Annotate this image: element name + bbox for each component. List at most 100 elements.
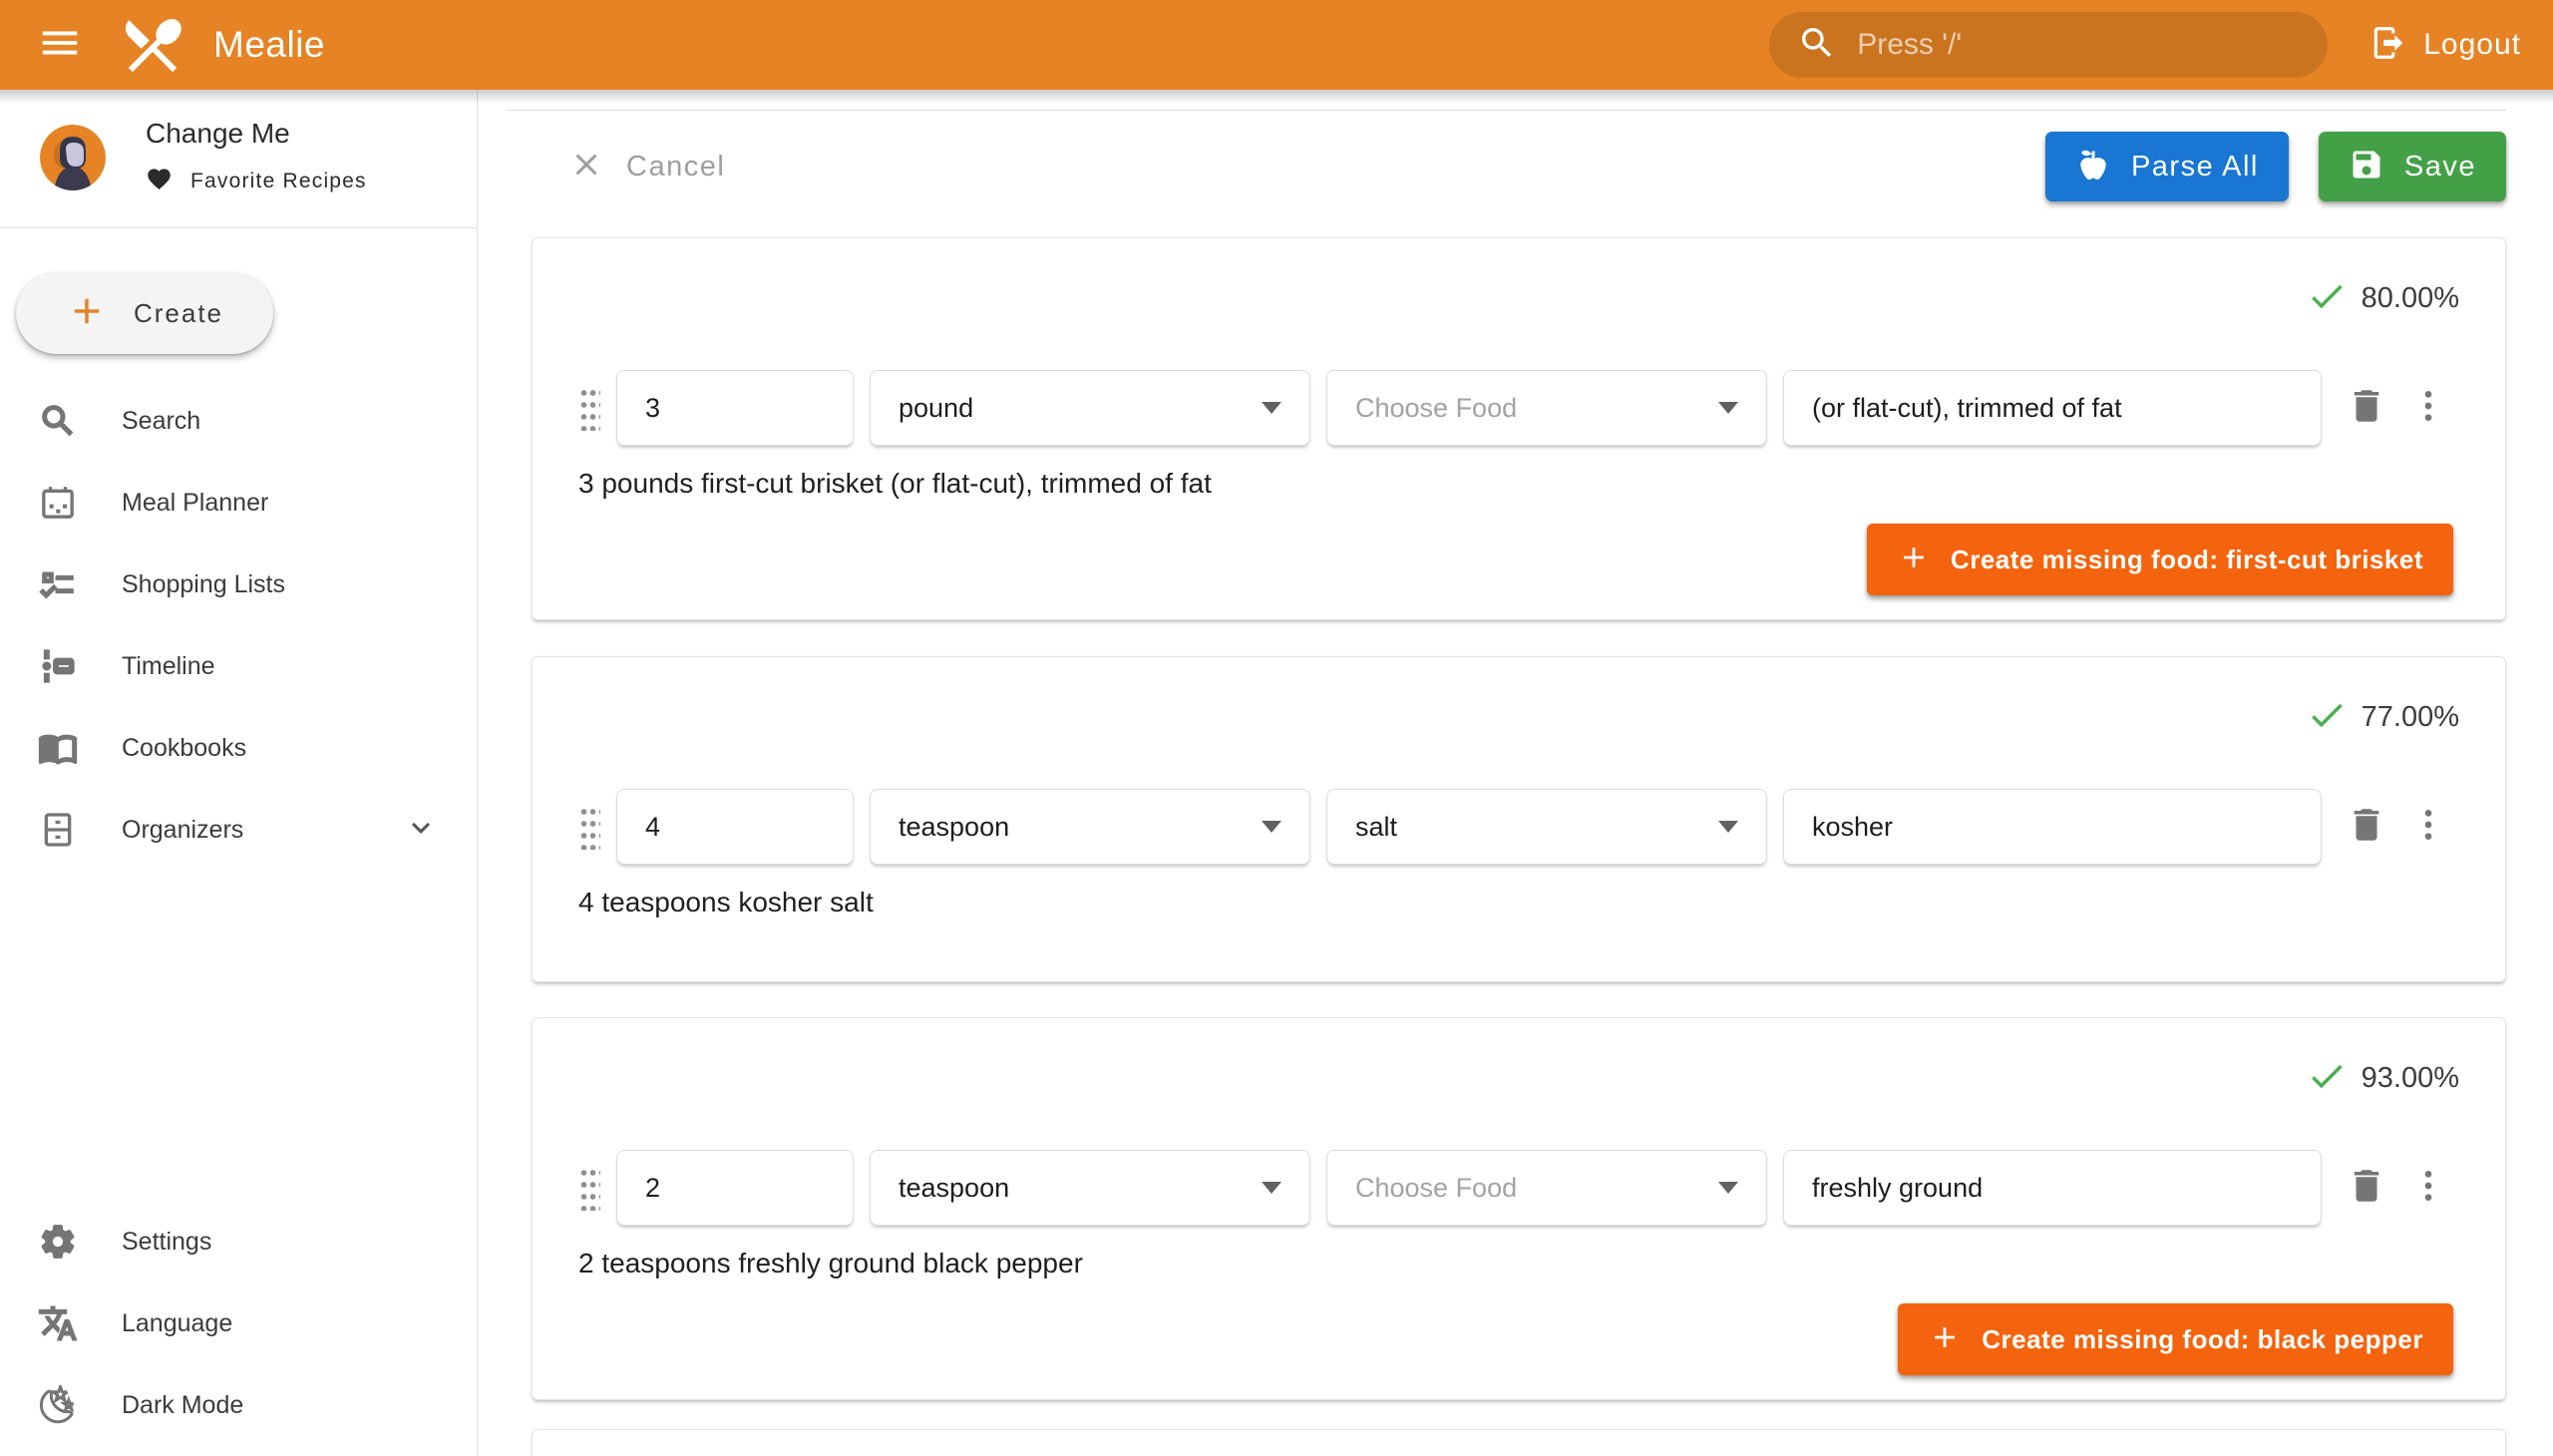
sidebar-item-language[interactable]: Language — [0, 1282, 477, 1364]
apple-icon — [2075, 147, 2111, 187]
content-top-divider — [506, 110, 2506, 111]
favorite-recipes-link[interactable]: Favorite Recipes — [146, 166, 367, 197]
save-label: Save — [2404, 151, 2476, 183]
quantity-value[interactable] — [645, 393, 825, 424]
plus-icon — [1897, 541, 1931, 579]
unit-select[interactable]: teaspoon — [870, 789, 1310, 865]
food-select[interactable]: salt — [1326, 789, 1767, 865]
original-ingredient-text: 4 teaspoons kosher salt — [578, 887, 2459, 918]
sidebar-item-meal-planner[interactable]: Meal Planner — [0, 462, 477, 544]
check-icon — [2306, 1055, 2348, 1102]
confidence-row: 93.00% — [578, 1058, 2459, 1098]
cancel-button[interactable]: Cancel — [568, 147, 725, 187]
sidebar-item-label: Shopping Lists — [122, 570, 285, 599]
food-placeholder: Choose Food — [1355, 1173, 1706, 1204]
dropdown-arrow-icon — [1262, 402, 1281, 414]
unit-select[interactable]: teaspoon — [870, 1150, 1310, 1226]
dropdown-arrow-icon — [1718, 821, 1738, 833]
trash-icon — [2346, 804, 2387, 851]
sidebar-item-label: Organizers — [122, 816, 243, 845]
note-input[interactable] — [1783, 1150, 2322, 1226]
sidebar-item-label: Cookbooks — [122, 734, 246, 763]
drag-handle[interactable] — [578, 1165, 600, 1211]
search-icon — [1797, 23, 1837, 68]
menu-button[interactable] — [34, 19, 86, 71]
create-button[interactable]: Create — [16, 272, 273, 354]
favorite-recipes-label: Favorite Recipes — [190, 170, 367, 193]
heart-icon — [146, 166, 173, 197]
quantity-input[interactable] — [616, 1150, 854, 1226]
confidence-row: 77.00% — [578, 697, 2459, 737]
drag-handle[interactable] — [578, 385, 600, 431]
appbar-shadow — [0, 90, 2553, 104]
confidence-row: 80.00% — [578, 278, 2459, 318]
gear-icon — [38, 1222, 78, 1262]
food-select[interactable]: Choose Food — [1326, 370, 1767, 446]
delete-ingredient-button[interactable] — [2336, 1157, 2397, 1219]
note-value[interactable] — [1812, 1173, 2293, 1204]
dropdown-arrow-icon — [1718, 1182, 1738, 1194]
logout-icon — [2370, 24, 2407, 67]
user-block[interactable]: Change Me Favorite Recipes — [0, 90, 477, 228]
note-value[interactable] — [1812, 812, 2293, 843]
note-value[interactable] — [1812, 393, 2293, 424]
sidebar-item-label: Language — [122, 1309, 232, 1338]
delete-ingredient-button[interactable] — [2336, 796, 2397, 858]
confidence-value: 80.00% — [2362, 282, 2459, 315]
unit-value: teaspoon — [899, 1173, 1250, 1204]
close-icon — [568, 147, 604, 187]
sidebar-item-cookbooks[interactable]: Cookbooks — [0, 707, 477, 789]
create-missing-food-button[interactable]: Create missing food: black pepper — [1898, 1303, 2453, 1375]
create-button-label: Create — [134, 298, 223, 329]
checklist-icon — [38, 564, 78, 604]
ingredient-card: 77.00% teaspoon salt — [532, 656, 2506, 982]
quantity-input[interactable] — [616, 370, 854, 446]
sidebar-item-label: Dark Mode — [122, 1391, 243, 1420]
search-placeholder: Press '/' — [1857, 28, 1962, 62]
drag-handle[interactable] — [578, 804, 600, 850]
parse-all-button[interactable]: Parse All — [2045, 132, 2289, 201]
save-button[interactable]: Save — [2319, 132, 2506, 201]
ingredient-menu-button[interactable] — [2397, 796, 2459, 858]
dropdown-arrow-icon — [1262, 1182, 1281, 1194]
note-input[interactable] — [1783, 370, 2322, 446]
sidebar-item-shopping-lists[interactable]: Shopping Lists — [0, 544, 477, 625]
quantity-value[interactable] — [645, 812, 825, 843]
sidebar-item-timeline[interactable]: Timeline — [0, 625, 477, 707]
food-placeholder: Choose Food — [1355, 393, 1706, 424]
global-search-input[interactable]: Press '/' — [1769, 12, 2328, 78]
calendar-icon — [38, 483, 78, 523]
sidebar-item-organizers[interactable]: Organizers — [0, 789, 477, 871]
food-value: salt — [1355, 812, 1706, 843]
chevron-down-icon — [403, 810, 439, 851]
ingredient-card: 93.00% teaspoon Choose Food — [532, 1017, 2506, 1400]
quantity-input[interactable] — [616, 789, 854, 865]
check-icon — [2306, 694, 2348, 741]
ingredient-card-partial — [532, 1429, 2506, 1456]
mealie-logo-icon[interactable] — [118, 10, 187, 80]
cabinet-icon — [38, 810, 78, 850]
trash-icon — [2346, 385, 2387, 432]
parse-all-label: Parse All — [2131, 151, 2259, 183]
create-missing-food-button[interactable]: Create missing food: first-cut brisket — [1867, 524, 2453, 595]
book-icon — [38, 728, 78, 768]
avatar — [40, 125, 106, 190]
moon-icon — [38, 1385, 78, 1425]
ingredient-menu-button[interactable] — [2397, 377, 2459, 439]
sidebar-item-dark-mode[interactable]: Dark Mode — [0, 1364, 477, 1446]
search-icon — [38, 401, 78, 441]
quantity-value[interactable] — [645, 1173, 825, 1204]
ingredient-menu-button[interactable] — [2397, 1157, 2459, 1219]
food-select[interactable]: Choose Food — [1326, 1150, 1767, 1226]
sidebar-item-label: Search — [122, 407, 200, 436]
sidebar-footer: Settings Language Dark Mode — [0, 1201, 477, 1446]
sidebar-item-search[interactable]: Search — [0, 380, 477, 462]
sidebar-item-settings[interactable]: Settings — [0, 1201, 477, 1282]
sidebar-item-label: Meal Planner — [122, 489, 268, 518]
unit-select[interactable]: pound — [870, 370, 1310, 446]
note-input[interactable] — [1783, 789, 2322, 865]
hamburger-icon — [37, 20, 83, 71]
check-icon — [2306, 275, 2348, 322]
delete-ingredient-button[interactable] — [2336, 377, 2397, 439]
logout-button[interactable]: Logout — [2370, 24, 2521, 67]
